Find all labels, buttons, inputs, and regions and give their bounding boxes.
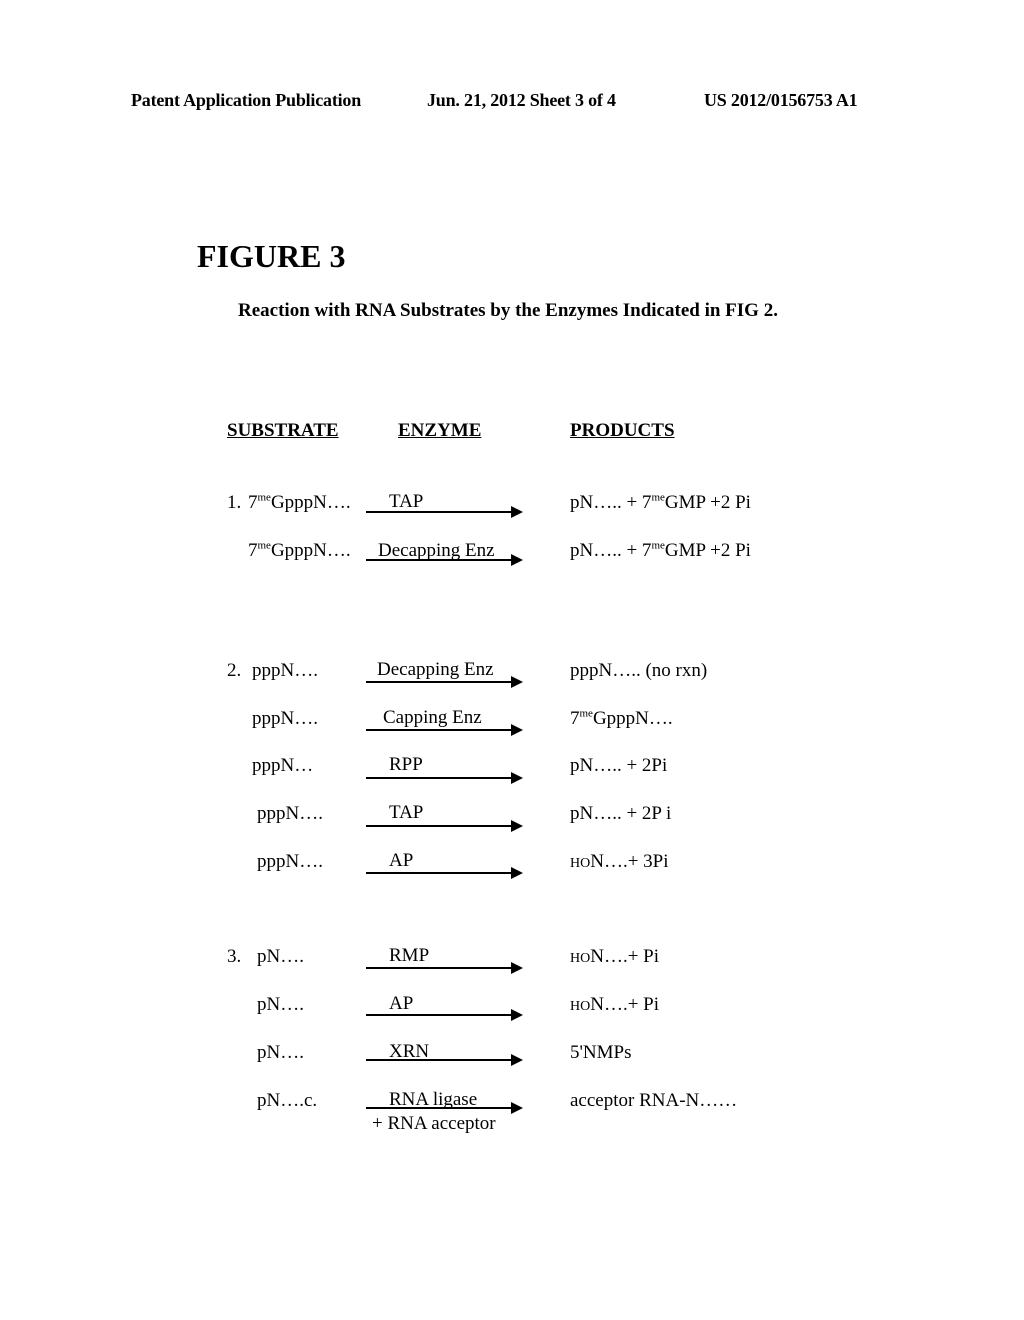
substrate: pN…. <box>257 1042 304 1063</box>
reaction-arrow <box>366 724 523 736</box>
reaction-arrow <box>366 676 523 688</box>
substrate: 7meGpppN…. <box>248 539 351 561</box>
figure-title: FIGURE 3 <box>197 238 346 274</box>
reaction-arrow <box>366 506 523 518</box>
reaction-arrow <box>366 772 523 784</box>
product: pN….. + 2Pi <box>570 755 668 776</box>
substrate: pppN… <box>252 755 314 776</box>
figure-subtitle: Reaction with RNA Substrates by the Enzy… <box>238 300 778 321</box>
product: pN….. + 2P i <box>570 803 672 824</box>
product: HON….+ Pi <box>570 946 660 967</box>
product: HON….+ Pi <box>570 994 660 1015</box>
substrate: 7meGpppN…. <box>248 491 351 513</box>
product: 5'NMPs <box>570 1042 632 1063</box>
group-number: 3. <box>227 946 242 967</box>
reaction-arrow <box>366 962 523 974</box>
reaction-arrow <box>366 867 523 879</box>
product: 7meGpppN…. <box>570 707 673 729</box>
reaction-arrow <box>366 554 523 566</box>
substrate: pppN…. <box>257 851 323 872</box>
substrate: pppN…. <box>257 803 323 824</box>
reaction-arrow <box>366 1009 523 1021</box>
product: pppN….. (no rxn) <box>570 660 708 681</box>
product: HON….+ 3Pi <box>570 851 669 872</box>
group-number: 1. <box>227 492 242 513</box>
publication-number: US 2012/0156753 A1 <box>704 90 858 110</box>
product: pN….. + 7meGMP +2 Pi <box>570 491 751 513</box>
substrate: pppN…. <box>252 660 318 681</box>
reaction-arrow <box>366 1054 523 1066</box>
column-header-enzyme: ENZYME <box>398 420 482 441</box>
product: acceptor RNA-N…… <box>570 1090 738 1111</box>
substrate: pN….c. <box>257 1090 318 1111</box>
group-number: 2. <box>227 660 242 681</box>
publication-date-sheet: Jun. 21, 2012 Sheet 3 of 4 <box>427 90 616 110</box>
substrate: pN…. <box>257 994 304 1015</box>
product: pN….. + 7meGMP +2 Pi <box>570 539 751 561</box>
substrate: pppN…. <box>252 708 318 729</box>
column-header-products: PRODUCTS <box>570 420 675 441</box>
publication-label: Patent Application Publication <box>131 90 362 110</box>
column-header-substrate: SUBSTRATE <box>227 420 339 441</box>
substrate: pN…. <box>257 946 304 967</box>
enzyme-cofactor-label: + RNA acceptor <box>372 1113 496 1134</box>
reaction-arrow <box>366 820 523 832</box>
